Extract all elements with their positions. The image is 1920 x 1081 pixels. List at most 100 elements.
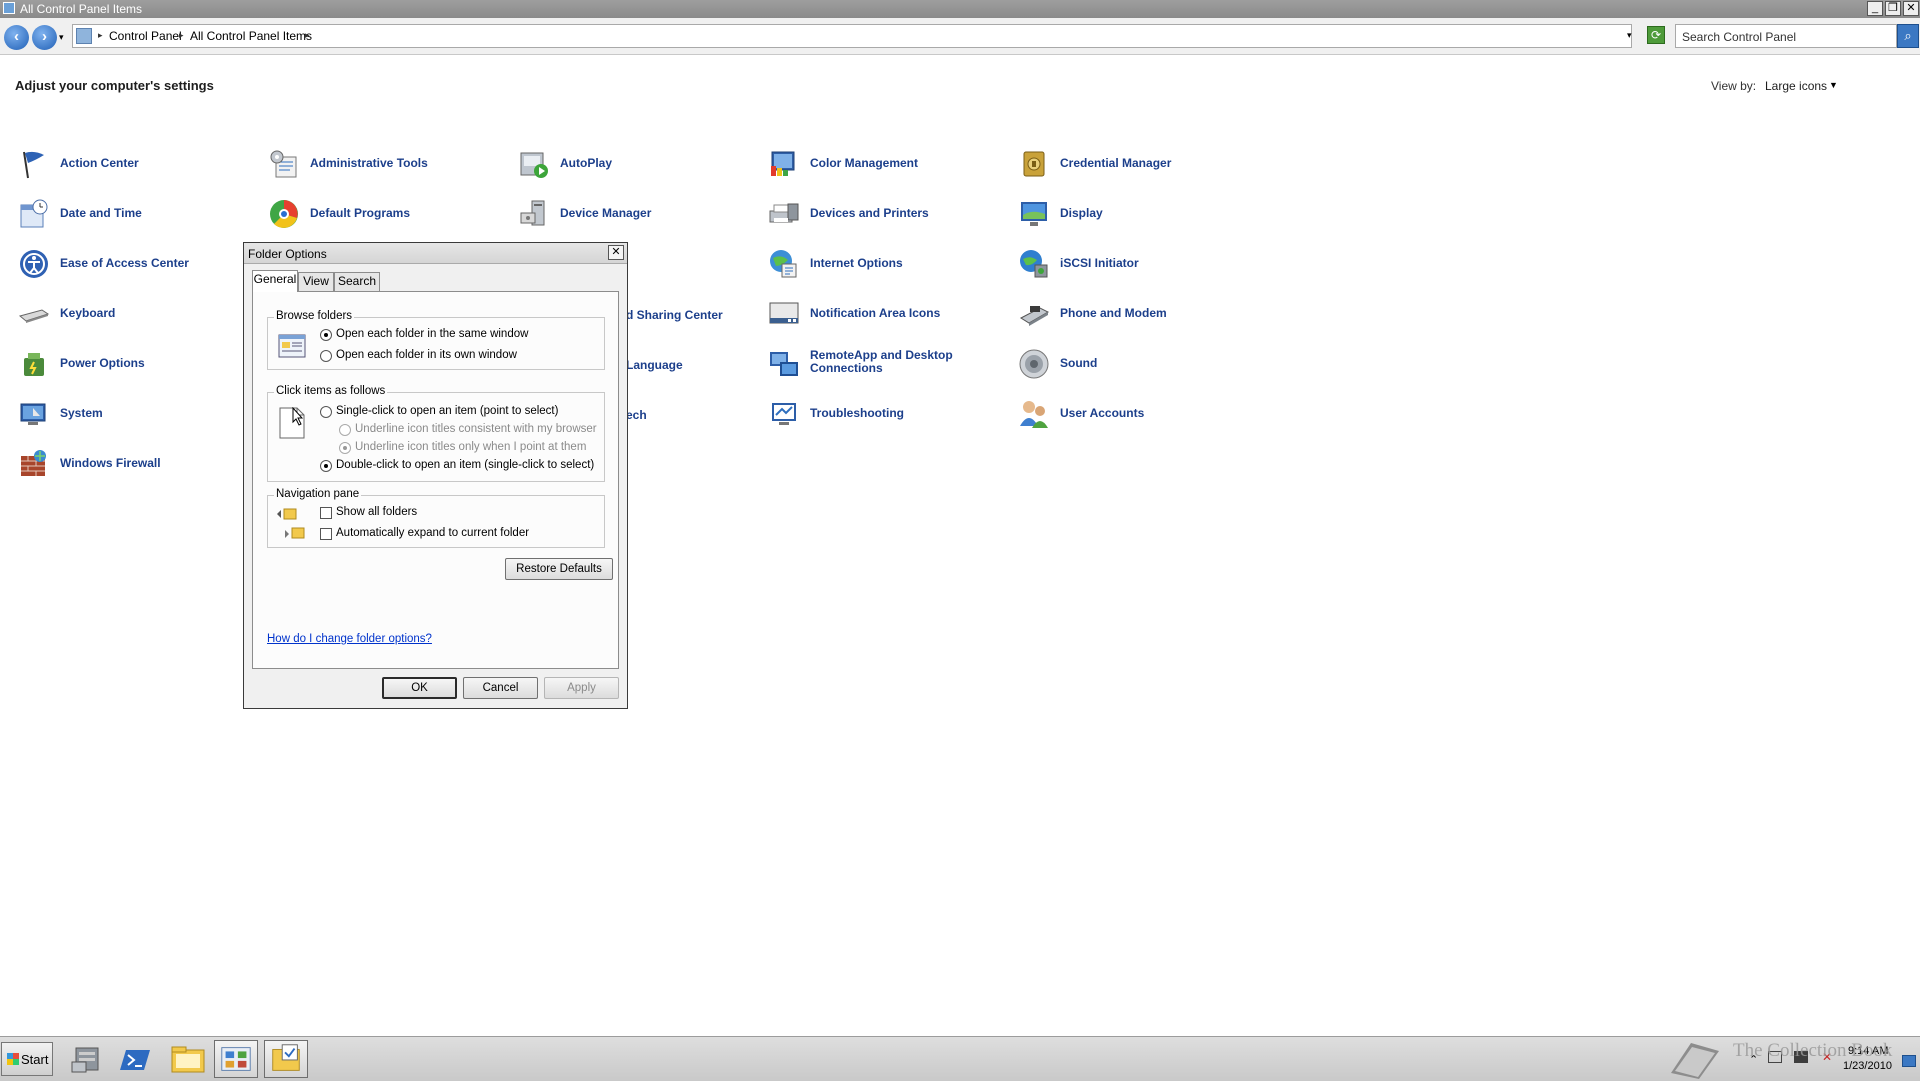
view-by-select[interactable]: Large icons	[1765, 79, 1827, 93]
item-devices-printers[interactable]: Devices and Printers	[768, 194, 1008, 234]
item-sound[interactable]: Sound	[1018, 344, 1258, 384]
item-phone-modem[interactable]: Phone and Modem	[1018, 294, 1258, 334]
item-remoteapp-connections[interactable]: RemoteApp and Desktop Connections	[768, 344, 1008, 384]
item-device-manager[interactable]: Device Manager	[518, 194, 758, 234]
option-label[interactable]: Double-click to open an item (single-cli…	[336, 459, 594, 471]
search-input[interactable]: Search Control Panel	[1675, 24, 1897, 48]
search-icon[interactable]: ⌕	[1897, 24, 1919, 48]
item-label[interactable]: Default Programs	[310, 206, 410, 220]
item-label[interactable]: Troubleshooting	[810, 406, 904, 420]
apply-button[interactable]: Apply	[544, 677, 619, 699]
checkbox-auto-expand[interactable]	[320, 528, 332, 540]
option-label[interactable]: Underline icon titles only when I point …	[355, 441, 586, 453]
item-label[interactable]: Date and Time	[60, 206, 142, 220]
back-button[interactable]: ‹	[4, 25, 29, 50]
item-windows-firewall[interactable]: Windows Firewall	[18, 444, 258, 484]
item-label[interactable]: User Accounts	[1060, 406, 1144, 420]
item-label[interactable]: Internet Options	[810, 256, 903, 270]
item-label[interactable]: AutoPlay	[560, 156, 612, 170]
tab-view[interactable]: View	[298, 272, 334, 291]
item-network-sharing-center[interactable]: d Sharing Center	[626, 308, 723, 322]
item-internet-options[interactable]: Internet Options	[768, 244, 1008, 284]
radio-underline-browser[interactable]	[339, 424, 351, 436]
item-label[interactable]: Windows Firewall	[60, 456, 161, 470]
item-notification-area-icons[interactable]: Notification Area Icons	[768, 294, 1008, 334]
powershell-icon[interactable]	[116, 1040, 160, 1078]
radio-same-window[interactable]	[320, 329, 332, 341]
item-color-management[interactable]: Color Management	[768, 144, 1008, 184]
breadcrumb-control-panel[interactable]: Control Panel	[109, 29, 182, 43]
windows-explorer-icon[interactable]	[166, 1040, 210, 1078]
item-iscsi-initiator[interactable]: iSCSI Initiator	[1018, 244, 1258, 284]
radio-underline-point[interactable]	[339, 442, 351, 454]
item-label[interactable]: Phone and Modem	[1060, 306, 1167, 320]
item-label[interactable]: Device Manager	[560, 206, 651, 220]
item-display[interactable]: Display	[1018, 194, 1258, 234]
checkbox-show-all-folders[interactable]	[320, 507, 332, 519]
show-desktop-button[interactable]	[1902, 1055, 1916, 1067]
item-label[interactable]: Devices and Printers	[810, 206, 929, 220]
server-manager-icon[interactable]	[66, 1040, 110, 1078]
radio-single-click[interactable]	[320, 406, 332, 418]
item-date-time[interactable]: Date and Time	[18, 194, 258, 234]
item-administrative-tools[interactable]: Administrative Tools	[268, 144, 508, 184]
address-dropdown-icon[interactable]: ▾	[1627, 30, 1632, 41]
item-label[interactable]: Administrative Tools	[310, 156, 428, 170]
item-action-center[interactable]: Action Center	[18, 144, 258, 184]
item-label[interactable]: RemoteApp and Desktop Connections	[810, 349, 953, 375]
item-credential-manager[interactable]: Credential Manager	[1018, 144, 1258, 184]
option-label[interactable]: Single-click to open an item (point to s…	[336, 405, 558, 417]
item-label[interactable]: System	[60, 406, 103, 420]
tab-general[interactable]: General	[252, 270, 298, 292]
breadcrumb-all-items[interactable]: All Control Panel Items	[190, 29, 312, 43]
item-system[interactable]: System	[18, 394, 258, 434]
help-link[interactable]: How do I change folder options?	[267, 633, 432, 645]
dialog-title-bar[interactable]: Folder Options ✕	[244, 243, 627, 264]
chevron-right-icon[interactable]: ▸	[98, 30, 103, 41]
option-label[interactable]: Automatically expand to current folder	[336, 527, 529, 539]
restore-defaults-button[interactable]: Restore Defaults	[505, 558, 613, 580]
close-button[interactable]: ✕	[1903, 1, 1919, 16]
control-panel-taskbar-icon[interactable]	[214, 1040, 258, 1078]
item-power-options[interactable]: Power Options	[18, 344, 258, 384]
item-label[interactable]: Ease of Access Center	[60, 256, 189, 270]
item-label[interactable]: iSCSI Initiator	[1060, 256, 1139, 270]
ok-button[interactable]: OK	[382, 677, 457, 699]
option-label[interactable]: Show all folders	[336, 506, 417, 518]
chevron-right-icon[interactable]: ▸	[305, 30, 310, 41]
item-autoplay[interactable]: AutoPlay	[518, 144, 758, 184]
option-label[interactable]: Open each folder in the same window	[336, 328, 528, 340]
item-ease-of-access[interactable]: Ease of Access Center	[18, 244, 258, 284]
item-troubleshooting[interactable]: Troubleshooting	[768, 394, 1008, 434]
item-speech-recognition[interactable]: ech	[626, 408, 647, 422]
option-label[interactable]: Underline icon titles consistent with my…	[355, 423, 597, 435]
item-label[interactable]: Color Management	[810, 156, 918, 170]
item-label[interactable]: Sound	[1060, 356, 1097, 370]
radio-own-window[interactable]	[320, 350, 332, 362]
minimize-button[interactable]: _	[1867, 1, 1883, 16]
item-keyboard[interactable]: Keyboard	[18, 294, 258, 334]
refresh-icon[interactable]: ⟳	[1647, 26, 1665, 44]
breadcrumb[interactable]: ▸ Control Panel ▸ All Control Panel Item…	[72, 24, 1632, 48]
folder-options-taskbar-icon[interactable]	[264, 1040, 308, 1078]
item-label[interactable]: Notification Area Icons	[810, 306, 940, 320]
item-user-accounts[interactable]: User Accounts	[1018, 394, 1258, 434]
item-default-programs[interactable]: Default Programs	[268, 194, 508, 234]
item-label[interactable]: Keyboard	[60, 306, 115, 320]
recent-pages-dropdown-icon[interactable]: ▾	[59, 32, 64, 43]
chevron-right-icon[interactable]: ▸	[179, 30, 184, 41]
chevron-down-icon[interactable]: ▼	[1829, 80, 1838, 90]
cancel-button[interactable]: Cancel	[463, 677, 538, 699]
item-label[interactable]: Action Center	[60, 156, 139, 170]
item-label[interactable]: Power Options	[60, 356, 145, 370]
forward-button[interactable]: ›	[32, 25, 57, 50]
option-label[interactable]: Open each folder in its own window	[336, 349, 517, 361]
tab-search[interactable]: Search	[334, 272, 380, 291]
restore-button[interactable]: ❐	[1885, 1, 1901, 16]
item-label[interactable]: Display	[1060, 206, 1103, 220]
radio-double-click[interactable]	[320, 460, 332, 472]
item-region-language[interactable]: Language	[626, 358, 683, 372]
item-label[interactable]: Credential Manager	[1060, 156, 1171, 170]
start-button[interactable]: Start	[1, 1042, 53, 1076]
close-icon[interactable]: ✕	[608, 245, 624, 260]
